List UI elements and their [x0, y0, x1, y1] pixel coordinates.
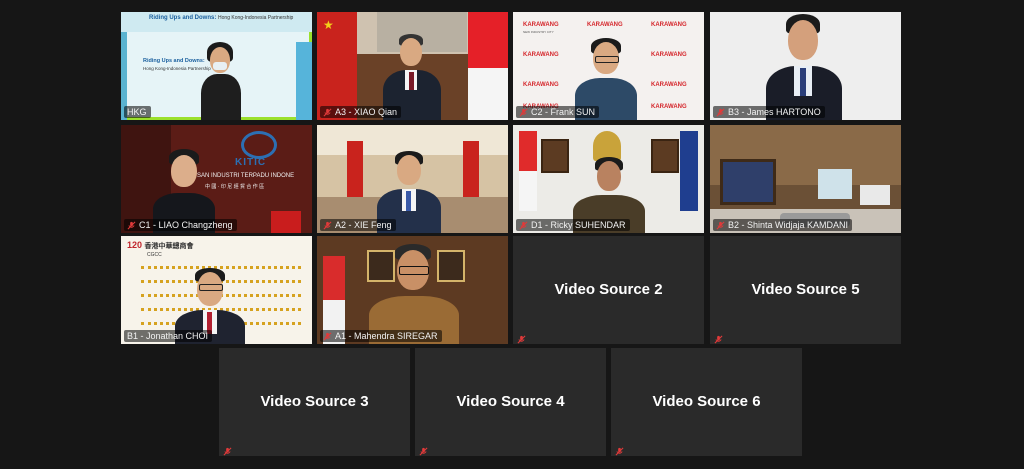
muted-mic-icon — [419, 443, 428, 456]
video-source-tile[interactable]: Video Source 4 — [415, 348, 606, 456]
participant-label: A3 - XIAO Qian — [320, 106, 402, 118]
kitic-backdrop: KITIC SAN INDUSTRI TERPADU INDONE 中 國 · … — [121, 125, 312, 233]
video-tile-jonathan-choi[interactable]: 120 香港中華總商會 CGCC B1 - Jonathan CHOI — [121, 236, 312, 344]
muted-mic-icon — [517, 331, 526, 344]
mahendra-siregar-scene — [317, 236, 508, 344]
muted-mic-icon — [716, 108, 725, 117]
participant-label: B3 - James HARTONO — [713, 106, 825, 118]
muted-mic-icon — [519, 221, 528, 230]
video-tile-ricky-suhendar[interactable]: D1 - Ricky SUHENDAR — [513, 125, 704, 233]
muted-mic-icon — [323, 332, 332, 341]
xiao-qian-scene: ★ — [317, 12, 508, 120]
video-source-tile[interactable]: Video Source 2 — [513, 236, 704, 344]
video-tile-james-hartono[interactable]: B3 - James HARTONO — [710, 12, 901, 120]
video-source-tile[interactable]: Video Source 6 — [611, 348, 802, 456]
hkg-slide-scene: Riding Ups and Downs: Hong Kong-Indonesi… — [121, 12, 312, 120]
kitic-logo — [241, 131, 277, 159]
muted-mic-icon — [127, 221, 136, 230]
participant-label: B2 - Shinta Widjaja KAMDANI — [713, 219, 853, 231]
cgcc-logo: 120 香港中華總商會 — [127, 240, 194, 250]
video-tile-frank-sun[interactable]: KARAWANG NEW INDUSTRY CITY KARAWANG KARAW… — [513, 12, 704, 120]
video-source-title: Video Source 5 — [751, 281, 860, 298]
muted-mic-icon — [323, 108, 332, 117]
muted-mic-icon — [519, 108, 528, 117]
slide-title: Riding Ups and Downs: Hong Kong-Indonesi… — [149, 15, 294, 21]
participant-label: C2 - Frank SUN — [516, 106, 600, 118]
video-tile-liao-changzheng[interactable]: KITIC SAN INDUSTRI TERPADU INDONE 中 國 · … — [121, 125, 312, 233]
slide-side-title: Riding Ups and Downs: Hong Kong-Indonesi… — [143, 58, 211, 71]
video-tile-shinta-kamdani[interactable]: B2 - Shinta Widjaja KAMDANI — [710, 125, 901, 233]
muted-mic-icon — [615, 443, 624, 456]
xie-feng-scene — [317, 125, 508, 233]
video-tile-hkg[interactable]: Riding Ups and Downs: Hong Kong-Indonesi… — [121, 12, 312, 120]
muted-mic-icon — [716, 221, 725, 230]
ricky-suhendar-scene — [513, 125, 704, 233]
participant-label: HKG — [124, 106, 151, 118]
karawang-backdrop: KARAWANG NEW INDUSTRY CITY KARAWANG KARAW… — [513, 12, 704, 120]
video-tile-mahendra-siregar[interactable]: A1 - Mahendra SIREGAR — [317, 236, 508, 344]
video-tile-xiao-qian[interactable]: ★ A3 - XIAO Qian — [317, 12, 508, 120]
participant-label: A1 - Mahendra SIREGAR — [320, 330, 442, 342]
video-source-title: Video Source 4 — [456, 393, 565, 410]
cgcc-backdrop: 120 香港中華總商會 CGCC — [121, 236, 312, 344]
video-source-title: Video Source 2 — [554, 281, 663, 298]
video-source-tile[interactable]: Video Source 3 — [219, 348, 410, 456]
participant-label: D1 - Ricky SUHENDAR — [516, 219, 630, 231]
video-source-tile[interactable]: Video Source 5 — [710, 236, 901, 344]
video-source-title: Video Source 6 — [652, 393, 761, 410]
muted-mic-icon — [714, 331, 723, 344]
participant-label: C1 - LIAO Changzheng — [124, 219, 237, 231]
participant-label: A2 - XIE Feng — [320, 219, 396, 231]
james-hartono-scene — [710, 12, 901, 120]
muted-mic-icon — [323, 221, 332, 230]
muted-mic-icon — [223, 443, 232, 456]
participant-label: B1 - Jonathan CHOI — [124, 330, 213, 342]
office-room-scene — [710, 125, 901, 233]
video-tile-xie-feng[interactable]: A2 - XIE Feng — [317, 125, 508, 233]
video-source-title: Video Source 3 — [260, 393, 369, 410]
